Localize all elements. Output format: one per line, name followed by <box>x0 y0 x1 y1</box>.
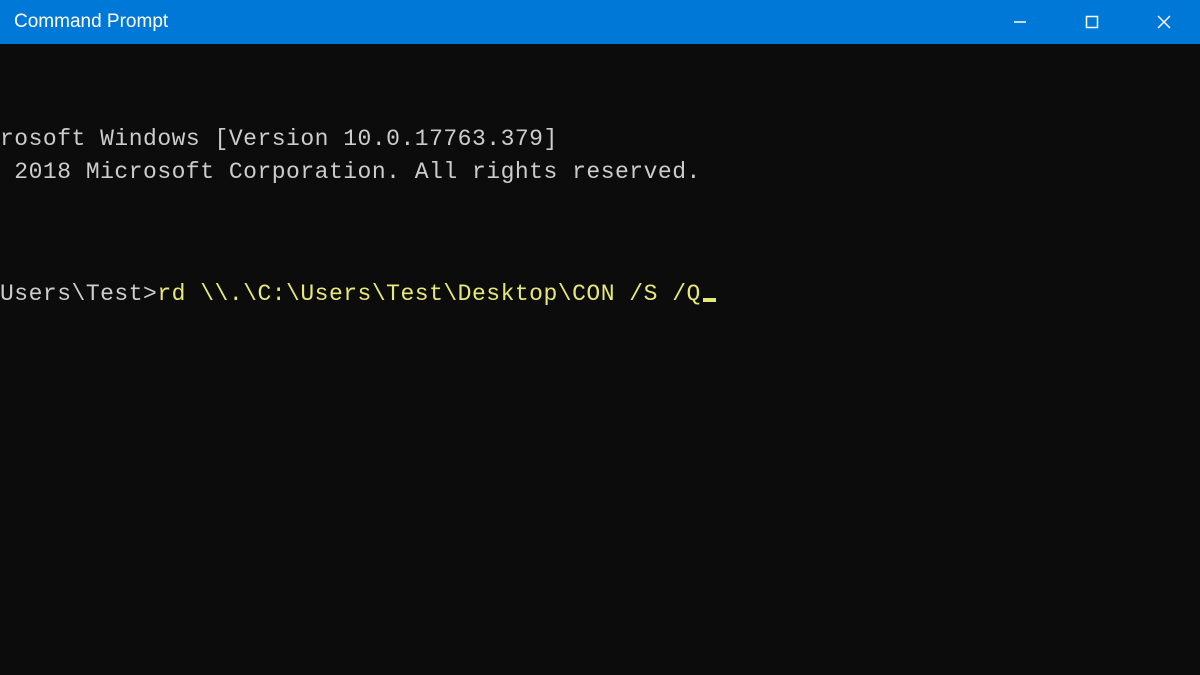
prompt-line: Users\Test>rd \\.\C:\Users\Test\Desktop\… <box>0 278 1200 311</box>
command-prompt-window: Command Prompt rosoft Windows [Version 1 <box>0 0 1200 675</box>
titlebar[interactable]: Command Prompt <box>0 0 1200 44</box>
output-line: 2018 Microsoft Corporation. All rights r… <box>0 156 1200 189</box>
command-input[interactable]: rd \\.\C:\Users\Test\Desktop\CON /S /Q <box>157 281 701 307</box>
window-title: Command Prompt <box>14 11 984 33</box>
cursor <box>703 298 716 302</box>
output-line: rosoft Windows [Version 10.0.17763.379] <box>0 123 1200 156</box>
minimize-button[interactable] <box>984 0 1056 44</box>
maximize-icon <box>1085 15 1099 29</box>
minimize-icon <box>1013 15 1027 29</box>
terminal-area[interactable]: rosoft Windows [Version 10.0.17763.379] … <box>0 44 1200 675</box>
window-controls <box>984 0 1200 44</box>
maximize-button[interactable] <box>1056 0 1128 44</box>
prompt-text: Users\Test> <box>0 281 157 307</box>
close-icon <box>1157 15 1171 29</box>
close-button[interactable] <box>1128 0 1200 44</box>
